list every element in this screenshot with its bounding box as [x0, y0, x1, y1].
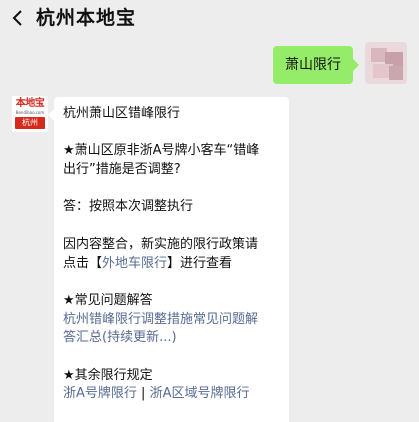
- question-line: 出行”措施是否调整?: [63, 162, 181, 178]
- avatar-blur-patch: [389, 66, 403, 80]
- faq-link[interactable]: 杭州错峰限行调整措施常见问题解: [63, 311, 280, 330]
- notice-prefix: 点击【: [63, 255, 103, 271]
- notice-line: 因内容整合，新实施的限行政策请: [63, 236, 259, 252]
- logo-city-badge: 杭州: [15, 117, 45, 129]
- faq-link[interactable]: 答汇总(持续更新...): [63, 329, 280, 348]
- logo-subtitle: Bendibao.com: [15, 110, 45, 115]
- reply-title: 杭州萧山区错峰限行: [63, 106, 181, 121]
- faq-heading: ★常见问题解答: [63, 292, 153, 308]
- chat-title: 杭州本地宝: [36, 7, 137, 29]
- zhe-a-area-plate-restriction-link[interactable]: 浙A区域号牌限行: [150, 386, 250, 401]
- received-message-bubble: 杭州萧山区错峰限行 ★萧山区原非浙A号牌小客车“错峰 出行”措施是否调整? 答：…: [48, 97, 289, 422]
- back-arrow-icon[interactable]: [8, 6, 28, 30]
- question-line: ★萧山区原非浙A号牌小客车“错峰: [63, 143, 260, 159]
- other-rules-links: 浙A号牌限行 | 浙A区域号牌限行: [63, 385, 280, 404]
- notice-suffix: 】进行查看: [167, 255, 233, 271]
- bot-avatar[interactable]: 本地宝 Bendibao.com 杭州: [12, 96, 48, 132]
- top-bar: 杭州本地宝: [0, 0, 419, 36]
- foreign-car-restriction-link[interactable]: 外地车限行: [102, 256, 167, 271]
- answer-line: 答：按照本次调整执行: [63, 199, 194, 215]
- notice-line: 点击【外地车限行】进行查看: [63, 255, 280, 274]
- user-avatar[interactable]: [365, 42, 407, 84]
- zhe-a-plate-restriction-link[interactable]: 浙A号牌限行: [63, 386, 137, 401]
- logo-text: 本地宝: [15, 98, 45, 109]
- link-separator: |: [141, 386, 146, 402]
- sent-message-bubble[interactable]: 萧山限行: [273, 46, 359, 84]
- other-rules-heading: ★其余限行规定: [63, 367, 153, 383]
